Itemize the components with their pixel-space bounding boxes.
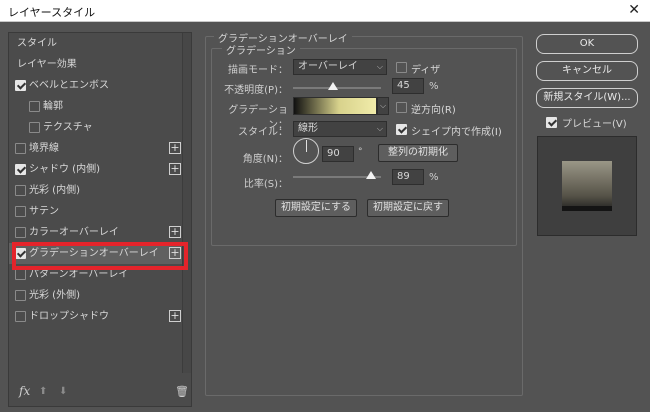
opacity-label: 不透明度(P)： [224, 85, 288, 96]
style-checkbox[interactable] [15, 227, 26, 238]
new-style-button[interactable]: 新規スタイル(W)... [536, 88, 638, 108]
selection-highlight [12, 242, 188, 270]
add-effect-icon[interactable]: + [169, 142, 181, 154]
close-icon[interactable]: ✕ [628, 2, 640, 18]
scale-label: 比率(S)： [243, 179, 288, 190]
preview-checkbox[interactable] [546, 117, 557, 128]
style-checkbox[interactable] [29, 101, 40, 112]
opacity-slider-thumb[interactable] [327, 82, 338, 90]
style-checkbox[interactable] [15, 80, 26, 91]
add-effect-icon[interactable]: + [169, 226, 181, 238]
style-checkbox[interactable] [15, 311, 26, 322]
style-list-footer: fx ⬆ ⬇ 🗑 [9, 378, 191, 406]
style-item-label: ドロップシャドウ [29, 311, 109, 322]
style-item-label: 光彩 (外側) [29, 290, 80, 301]
angle-field[interactable]: 90 [322, 146, 354, 162]
scrollbar[interactable] [182, 33, 191, 373]
ok-button[interactable]: OK [536, 34, 638, 54]
angle-unit: ° [358, 147, 363, 157]
angle-dial[interactable] [293, 138, 319, 164]
style-item-label: シャドウ (内側) [29, 164, 100, 175]
style-list-item[interactable]: ドロップシャドウ + [9, 306, 183, 327]
reverse-checkbox[interactable] [396, 102, 407, 113]
blend-mode-label: 描画モード： [228, 65, 288, 76]
style-item-label: テクスチャ [43, 122, 93, 133]
style-list-item[interactable]: 輪郭 [9, 96, 183, 117]
preview-label: プレビュー(V) [562, 119, 627, 130]
style-list-item[interactable]: カラーオーバーレイ + [9, 222, 183, 243]
style-checkbox[interactable] [15, 143, 26, 154]
cancel-button[interactable]: キャンセル [536, 61, 638, 81]
make-default-button[interactable]: 初期設定にする [275, 199, 357, 217]
angle-label: 角度(N)： [242, 154, 288, 165]
style-list-panel: スタイルレイヤー効果ベベルとエンボス輪郭テクスチャ境界線 + シャドウ (内側) + 光… [8, 32, 192, 407]
align-layer-checkbox[interactable] [396, 124, 407, 135]
style-item-label: 光彩 (内側) [29, 185, 80, 196]
style-list-item[interactable]: スタイル [9, 33, 183, 54]
style-item-label: 境界線 [29, 143, 59, 154]
add-effect-icon[interactable]: + [169, 163, 181, 175]
style-label: スタイル： [238, 127, 288, 138]
opacity-field[interactable]: 45 [392, 78, 424, 94]
style-item-label: サテン [29, 206, 59, 217]
align-layer-label: シェイプ内で作成(I) [411, 127, 502, 138]
style-checkbox[interactable] [15, 185, 26, 196]
style-checkbox[interactable] [15, 290, 26, 301]
gradient-picker[interactable] [293, 97, 377, 115]
chevron-down-icon: ⌵ [376, 124, 383, 133]
layer-style-dialog: スタイルレイヤー効果ベベルとエンボス輪郭テクスチャ境界線 + シャドウ (内側) + 光… [0, 22, 650, 412]
dither-label: ディザ [411, 65, 441, 76]
scale-slider-thumb[interactable] [366, 171, 377, 179]
reset-default-button[interactable]: 初期設定に戻す [367, 199, 449, 217]
angle-needle [306, 140, 307, 152]
style-list-item[interactable]: シャドウ (内側) + [9, 159, 183, 180]
style-checkbox[interactable] [15, 269, 26, 280]
style-item-label: 輪郭 [43, 101, 63, 112]
style-list-item[interactable]: テクスチャ [9, 117, 183, 138]
fx-icon[interactable]: fx [19, 384, 30, 398]
trash-icon[interactable]: 🗑 [175, 385, 189, 398]
style-list-item[interactable]: サテン [9, 201, 183, 222]
style-list: スタイルレイヤー効果ベベルとエンボス輪郭テクスチャ境界線 + シャドウ (内側) + 光… [9, 33, 183, 327]
style-item-label: カラーオーバーレイ [29, 227, 119, 238]
blend-mode-select[interactable]: オーバーレイ ⌵ [293, 59, 387, 75]
move-up-icon[interactable]: ⬆ [39, 386, 47, 397]
title-bar: レイヤースタイル ✕ [0, 0, 650, 22]
move-down-icon[interactable]: ⬇ [59, 386, 67, 397]
style-select[interactable]: 線形 ⌵ [293, 121, 387, 137]
preview-swatch [562, 161, 612, 211]
blend-mode-value: オーバーレイ [298, 61, 358, 72]
reset-align-button[interactable]: 整列の初期化 [378, 144, 458, 162]
gradient-subgroup [211, 48, 517, 246]
subgroup-title: グラデーション [222, 42, 300, 57]
add-effect-icon[interactable]: + [169, 310, 181, 322]
style-checkbox[interactable] [15, 164, 26, 175]
style-list-item[interactable]: 光彩 (内側) [9, 180, 183, 201]
style-checkbox[interactable] [29, 122, 40, 133]
style-list-item[interactable]: 光彩 (外側) [9, 285, 183, 306]
style-value: 線形 [298, 123, 318, 134]
style-list-item[interactable]: レイヤー効果 [9, 54, 183, 75]
style-item-label: レイヤー効果 [17, 59, 77, 70]
chevron-down-icon: ⌵ [376, 62, 383, 71]
style-checkbox[interactable] [15, 206, 26, 217]
style-list-item[interactable]: 境界線 + [9, 138, 183, 159]
scale-field[interactable]: 89 [392, 169, 424, 185]
opacity-unit: % [429, 81, 439, 92]
style-list-item[interactable]: ベベルとエンボス [9, 75, 183, 96]
gradient-dropdown-icon[interactable]: ⌵ [377, 97, 389, 115]
style-item-label: スタイル [17, 38, 57, 49]
window-title: レイヤースタイル [8, 6, 96, 19]
style-item-label: ベベルとエンボス [29, 80, 109, 91]
scale-unit: % [429, 172, 439, 183]
dither-checkbox[interactable] [396, 62, 407, 73]
reverse-label: 逆方向(R) [411, 105, 456, 116]
